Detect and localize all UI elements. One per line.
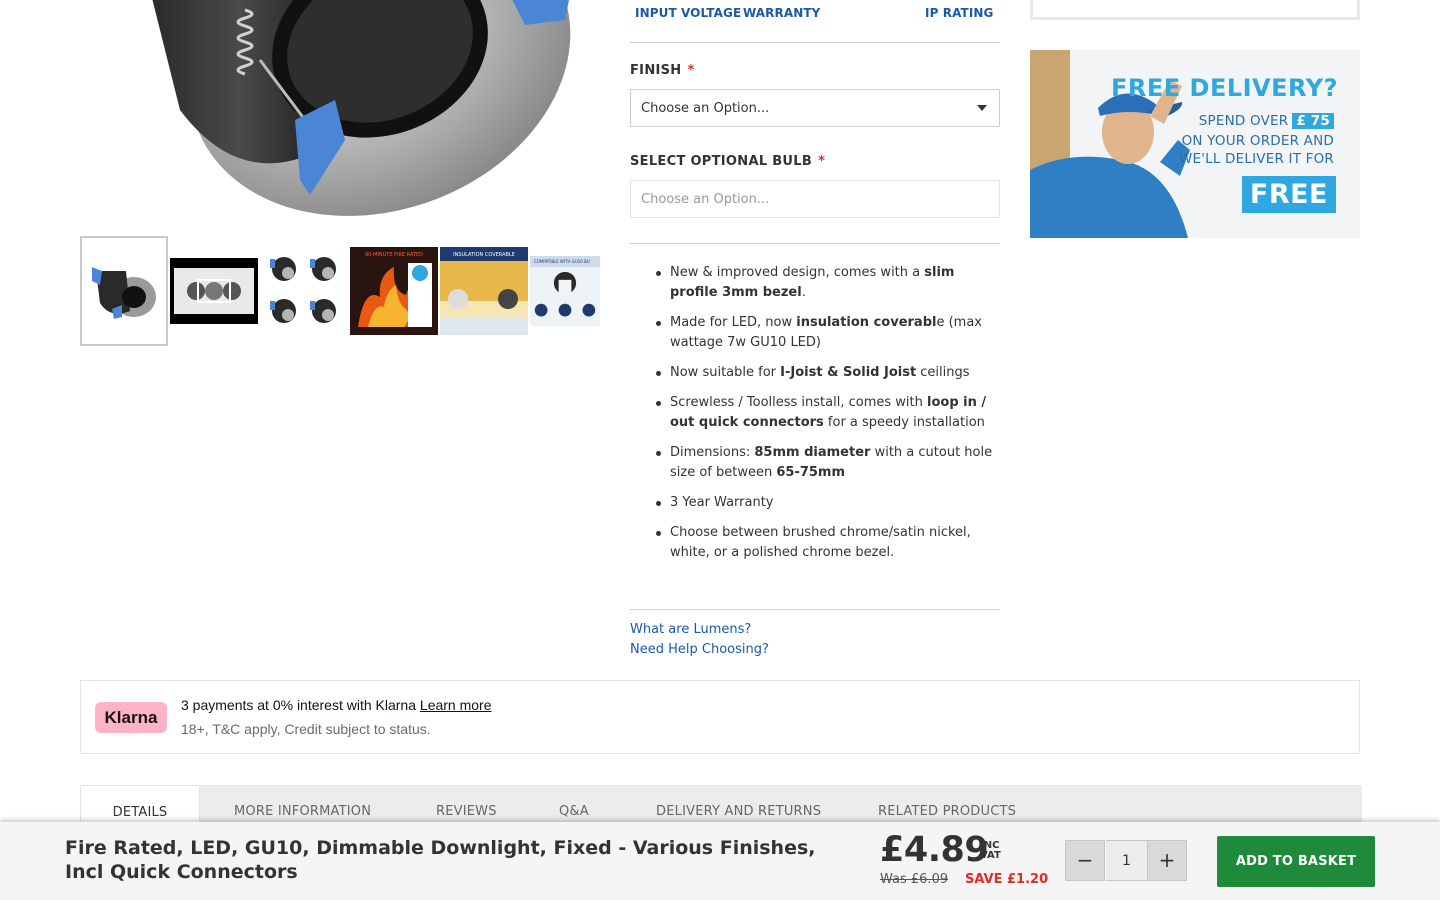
klarna-offer: 3 payments at 0% interest with Klarna Le… bbox=[181, 697, 492, 713]
compatible-caption: COMPATIBLE WITH GU10 BU bbox=[534, 259, 590, 264]
compatible-image: COMPATIBLE WITH GU10 BU bbox=[530, 256, 600, 326]
four-downlights-icon bbox=[270, 257, 336, 323]
finish-select[interactable]: Choose an Option... bbox=[630, 89, 1000, 127]
thumbnail-1[interactable] bbox=[80, 236, 168, 346]
feature-item: Dimensions: 85mm diameter with a cutout … bbox=[630, 443, 1000, 483]
insulation-coverable-image: INSULATION COVERABLE bbox=[440, 247, 528, 335]
promo-amount: £ 75 bbox=[1292, 113, 1334, 129]
klarna-logo: Klarna bbox=[95, 702, 167, 733]
bulb-label-text: SELECT OPTIONAL BULB bbox=[630, 154, 813, 169]
thumbnail-4[interactable]: 90-MINUTE FIRE RATED bbox=[350, 236, 438, 346]
spec-labels: INPUT VOLTAGE WARRANTY IP RATING bbox=[630, 0, 1000, 43]
finish-select-value: Choose an Option... bbox=[641, 101, 770, 116]
promo-line-3: WE'LL DELIVER IT FOR bbox=[1178, 151, 1334, 167]
tab-delivery-and-returns[interactable]: DELIVERY AND RETURNS bbox=[656, 785, 821, 825]
sticky-add-to-basket-bar: Fire Rated, LED, GU10, Dimmable Downligh… bbox=[0, 822, 1440, 900]
video-thumbnail bbox=[170, 258, 258, 324]
inc-vat-label: INC VAT bbox=[980, 840, 1001, 861]
tab-reviews[interactable]: REVIEWS bbox=[436, 785, 497, 825]
thumbnail-5[interactable]: INSULATION COVERABLE bbox=[440, 236, 528, 346]
klarna-terms: 18+, T&C apply, Credit subject to status… bbox=[181, 721, 431, 737]
quantity-input[interactable]: 1 bbox=[1106, 840, 1147, 881]
feature-list: New & improved design, comes with a slim… bbox=[630, 263, 1000, 573]
quantity-increase-button[interactable]: + bbox=[1147, 840, 1187, 881]
bulb-label: SELECT OPTIONAL BULB * bbox=[630, 154, 825, 169]
was-price: Was £6.09 bbox=[880, 872, 949, 887]
feature-item: New & improved design, comes with a slim… bbox=[630, 263, 1000, 303]
bulb-select[interactable]: Choose an Option... bbox=[630, 180, 1000, 218]
promo-free-badge: FREE bbox=[1241, 176, 1336, 213]
finish-label: FINISH * bbox=[630, 63, 695, 78]
thumbnail-3[interactable] bbox=[260, 236, 348, 346]
what-are-lumens-link[interactable]: What are Lumens? bbox=[630, 622, 751, 637]
divider bbox=[630, 243, 1000, 244]
side-box bbox=[1030, 0, 1360, 20]
feature-item: Screwless / Toolless install, comes with… bbox=[630, 393, 1000, 433]
tab-qa[interactable]: Q&A bbox=[559, 785, 589, 825]
quantity-decrease-button[interactable]: − bbox=[1065, 840, 1105, 881]
add-to-basket-button[interactable]: ADD TO BASKET bbox=[1217, 836, 1375, 887]
thumbnail-strip: 90-MINUTE FIRE RATED INSULATION COVERABL… bbox=[80, 236, 600, 346]
need-help-choosing-link[interactable]: Need Help Choosing? bbox=[630, 642, 769, 657]
thumbnail-6[interactable]: COMPATIBLE WITH GU10 BU bbox=[530, 236, 600, 346]
klarna-learn-more-link[interactable]: Learn more bbox=[420, 697, 492, 713]
promo-line-2: ON YOUR ORDER AND bbox=[1181, 133, 1334, 149]
downlight-icon bbox=[92, 267, 156, 319]
warranty-label: WARRANTY bbox=[743, 6, 821, 20]
fire-rated-caption: 90-MINUTE FIRE RATED bbox=[365, 252, 423, 258]
feature-item: Made for LED, now insulation coverable (… bbox=[630, 313, 1000, 353]
required-mark: * bbox=[818, 154, 826, 169]
required-mark: * bbox=[687, 63, 695, 78]
thumbnail-2[interactable] bbox=[170, 236, 258, 346]
promo-title: FREE DELIVERY? bbox=[1111, 74, 1338, 102]
fire-rated-image: 90-MINUTE FIRE RATED bbox=[350, 247, 438, 335]
caret-down-icon bbox=[977, 105, 987, 111]
tab-more-information[interactable]: MORE INFORMATION bbox=[234, 785, 371, 825]
feature-item: Choose between brushed chrome/satin nick… bbox=[630, 523, 1000, 563]
ip-rating-label: IP RATING bbox=[925, 6, 994, 20]
save-amount: SAVE £1.20 bbox=[965, 872, 1049, 887]
finish-label-text: FINISH bbox=[630, 63, 682, 78]
product-main-image[interactable] bbox=[80, 0, 600, 225]
bulb-select-value: Choose an Option... bbox=[641, 192, 770, 207]
tab-details[interactable]: DETAILS bbox=[80, 785, 200, 825]
feature-item: Now suitable for I-Joist & Solid Joist c… bbox=[630, 363, 1000, 383]
divider bbox=[630, 609, 1000, 610]
insulation-caption: INSULATION COVERABLE bbox=[453, 252, 515, 258]
feature-item: 3 Year Warranty bbox=[630, 493, 1000, 513]
free-delivery-banner[interactable]: FREE DELIVERY? SPEND OVER £ 75 ON YOUR OR… bbox=[1030, 50, 1360, 238]
product-title: Fire Rated, LED, GU10, Dimmable Downligh… bbox=[65, 837, 816, 883]
product-tabs: DETAILS MORE INFORMATION REVIEWS Q&A DEL… bbox=[80, 785, 1362, 825]
price: £4.89 bbox=[880, 830, 989, 870]
input-voltage-label: INPUT VOLTAGE bbox=[635, 6, 742, 20]
tab-related-products[interactable]: RELATED PRODUCTS bbox=[878, 785, 1016, 825]
promo-spend: SPEND OVER £ 75 bbox=[1199, 113, 1334, 129]
klarna-message: Klarna 3 payments at 0% interest with Kl… bbox=[80, 680, 1360, 754]
